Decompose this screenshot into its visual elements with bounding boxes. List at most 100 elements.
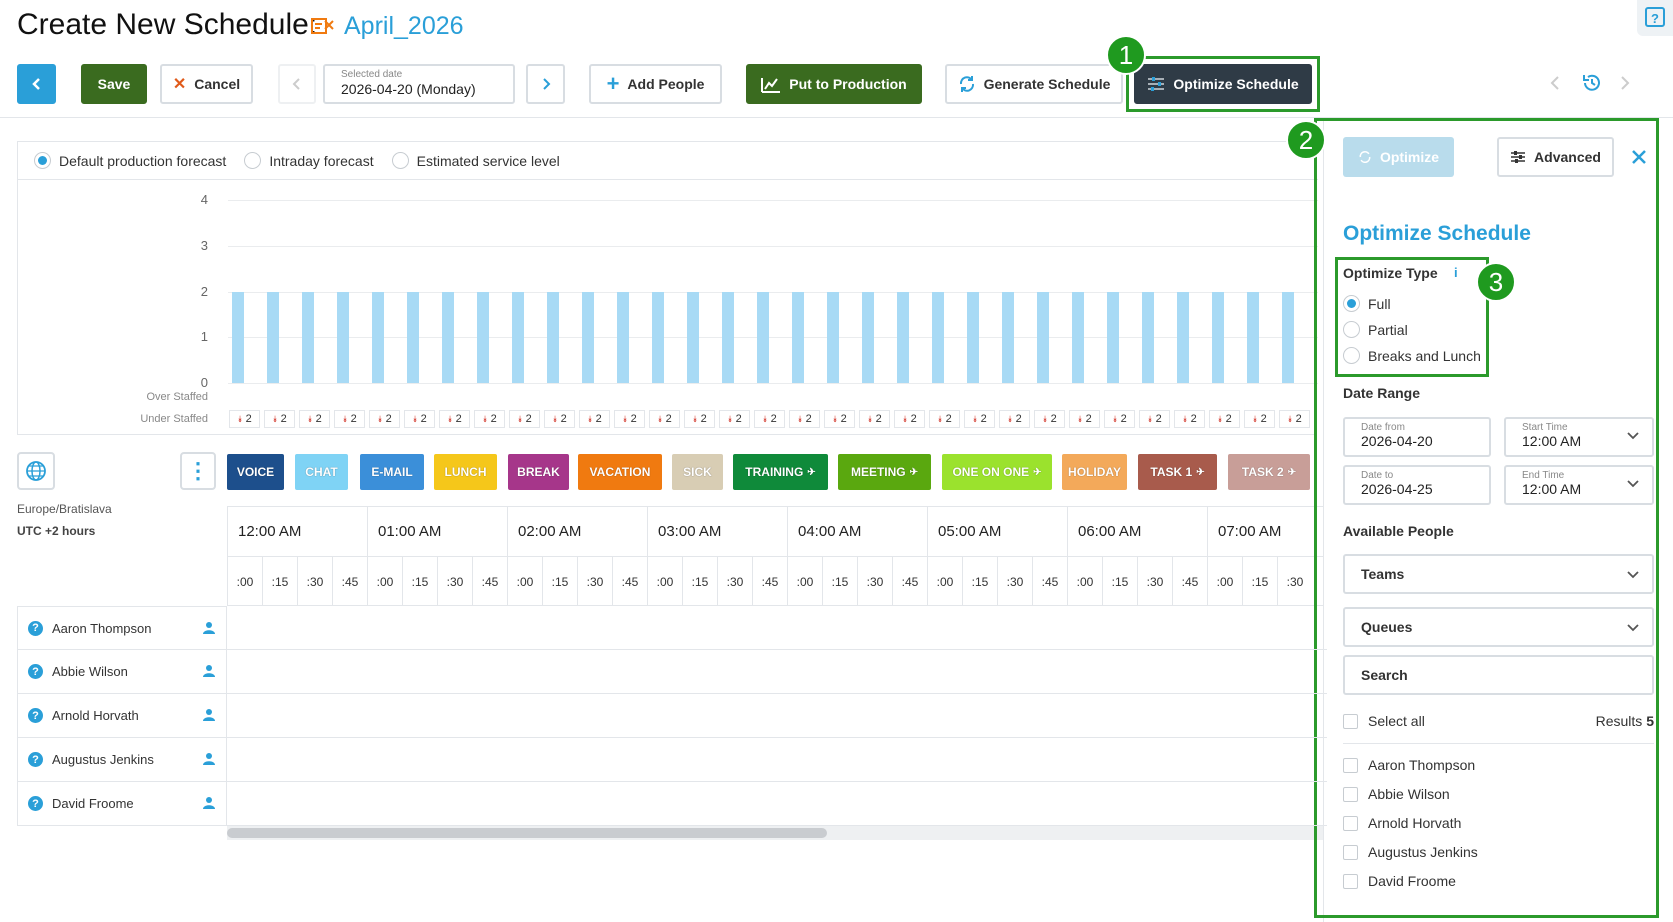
activity-tag-lunch[interactable]: LUNCH [434, 454, 497, 490]
more-options-button[interactable]: ⋮ [180, 452, 216, 490]
tab-label-default-production-forecast: Default production forecast [59, 152, 227, 169]
user-icon[interactable] [202, 752, 216, 766]
chevron-down-icon [1627, 432, 1639, 440]
under-staffed-value: 2 [1190, 413, 1197, 425]
radio-full[interactable] [1343, 295, 1360, 312]
person-row[interactable]: ? Augustus Jenkins [17, 738, 227, 782]
activity-tag-one-on-one[interactable]: ONE ON ONE ✈ [942, 454, 1052, 490]
back-button[interactable] [17, 64, 56, 104]
generate-schedule-button[interactable]: Generate Schedule [945, 64, 1123, 104]
checkbox[interactable] [1343, 757, 1358, 773]
checkbox[interactable] [1343, 713, 1358, 729]
person-row[interactable]: ? David Froome [17, 782, 227, 826]
person-row[interactable]: ? Abbie Wilson [17, 650, 227, 694]
chevron-down-icon [1627, 480, 1639, 488]
available-person-checkbox[interactable]: Arnold Horvath [1343, 815, 1461, 831]
put-to-production-button[interactable]: Put to Production [746, 64, 922, 104]
add-people-button[interactable]: + Add People [589, 64, 722, 104]
available-person-checkbox[interactable]: Aaron Thompson [1343, 757, 1475, 773]
under-staffed-value: 2 [805, 413, 812, 425]
activity-tag-meeting[interactable]: MEETING ✈ [838, 454, 931, 490]
tab-intraday-forecast[interactable]: Intraday forecast [244, 152, 374, 169]
available-person-checkbox[interactable]: Abbie Wilson [1343, 786, 1450, 802]
radio-breaks-lunch[interactable] [1343, 347, 1360, 364]
optimize-button[interactable]: Optimize [1343, 137, 1454, 177]
next-date-button[interactable] [526, 64, 565, 104]
radio-estimated-service-level[interactable] [391, 152, 409, 169]
history-icon[interactable] [1581, 72, 1603, 94]
question-icon[interactable]: ? [28, 708, 43, 723]
question-icon[interactable]: ? [28, 620, 43, 636]
teams-dropdown[interactable]: Teams [1343, 554, 1654, 594]
user-icon[interactable] [202, 796, 216, 810]
activity-tag-voice[interactable]: VOICE [227, 454, 284, 490]
timezone-button[interactable] [17, 452, 55, 490]
checkbox[interactable] [1343, 815, 1358, 831]
prev-date-button[interactable] [278, 64, 316, 104]
timezone-offset: UTC +2 hours [17, 524, 96, 538]
date-to-field[interactable]: Date to 2026-04-25 [1343, 465, 1491, 505]
minute-label: :00 [1207, 557, 1242, 606]
available-person-checkbox[interactable]: David Froome [1343, 873, 1456, 889]
arrow-down-icon: ⯯ [377, 413, 383, 424]
save-button[interactable]: Save [81, 64, 147, 104]
select-all-checkbox[interactable]: Select all [1343, 713, 1425, 729]
help-button[interactable]: ? [1637, 0, 1673, 36]
activity-tag-task-1[interactable]: TASK 1 ✈ [1138, 454, 1217, 490]
checkbox[interactable] [1343, 844, 1358, 860]
tab-default-production-forecast[interactable]: Default production forecast [34, 152, 226, 169]
question-icon[interactable]: ? [28, 664, 43, 679]
checkbox[interactable] [1343, 873, 1358, 889]
history-forward-icon[interactable] [1618, 74, 1632, 92]
person-row[interactable]: ? Aaron Thompson [17, 606, 227, 650]
tab-estimated-service-level[interactable]: Estimated service level [391, 152, 560, 169]
radio-partial[interactable] [1343, 321, 1360, 338]
question-icon[interactable]: ? [28, 796, 43, 811]
hour-label: 01:00 AM [367, 507, 507, 558]
user-icon[interactable] [202, 621, 216, 635]
activity-tag-training[interactable]: TRAINING ✈ [733, 454, 828, 490]
minute-label: :30 [997, 557, 1032, 606]
available-person-checkbox[interactable]: Augustus Jenkins [1343, 844, 1478, 860]
under-staffed-value: 2 [1155, 413, 1162, 425]
advanced-button[interactable]: Advanced [1497, 137, 1614, 177]
date-to-label: Date to [1361, 470, 1394, 481]
activity-tag-chat[interactable]: CHAT [295, 454, 348, 490]
start-time-field[interactable]: Start Time 12:00 AM [1504, 417, 1654, 457]
schedule-name[interactable]: April_2026 [310, 12, 464, 41]
checkbox[interactable] [1343, 786, 1358, 802]
chart-bar [477, 291, 489, 383]
activity-tag-e-mail[interactable]: E-MAIL [360, 454, 424, 490]
activity-tag-vacation[interactable]: VACATION [578, 454, 662, 490]
cancel-button[interactable]: ✕ Cancel [160, 64, 253, 104]
optimize-type-full[interactable]: Full [1343, 295, 1391, 312]
person-name: Augustus Jenkins [52, 752, 154, 767]
radio-default-production-forecast[interactable] [34, 152, 51, 169]
refresh-icon [1359, 151, 1371, 163]
optimize-type-breaks-lunch[interactable]: Breaks and Lunch [1343, 347, 1481, 364]
user-icon[interactable] [202, 664, 216, 678]
close-panel-icon[interactable] [1631, 149, 1647, 165]
activity-tag-task-2[interactable]: TASK 2 ✈ [1228, 454, 1310, 490]
history-back-icon[interactable] [1548, 74, 1562, 92]
user-icon[interactable] [202, 708, 216, 722]
scrollbar-thumb[interactable] [227, 828, 827, 838]
horizontal-scrollbar[interactable] [227, 826, 1327, 840]
radio-intraday-forecast[interactable] [244, 152, 262, 169]
activity-tag-sick[interactable]: SICK [672, 454, 723, 490]
activity-tag-label: MEETING [850, 465, 906, 479]
person-row[interactable]: ? Arnold Horvath [17, 694, 227, 738]
info-icon[interactable]: i [1454, 265, 1458, 280]
optimize-type-partial[interactable]: Partial [1343, 321, 1408, 338]
queues-dropdown[interactable]: Queues [1343, 607, 1654, 647]
selected-date-field[interactable]: Selected date 2026-04-20 (Monday) [323, 64, 515, 104]
activity-tag-holiday[interactable]: HOLIDAY [1062, 454, 1127, 490]
end-time-field[interactable]: End Time 12:00 AM [1504, 465, 1654, 505]
under-staffed-value: 2 [1225, 413, 1232, 425]
question-icon[interactable]: ? [28, 752, 43, 767]
search-input[interactable]: Search [1343, 655, 1654, 695]
page-title: Create New Schedule: [17, 8, 318, 41]
arrow-down-icon: ⯯ [237, 413, 243, 424]
date-from-field[interactable]: Date from 2026-04-20 [1343, 417, 1491, 457]
activity-tag-break[interactable]: BREAK [508, 454, 569, 490]
